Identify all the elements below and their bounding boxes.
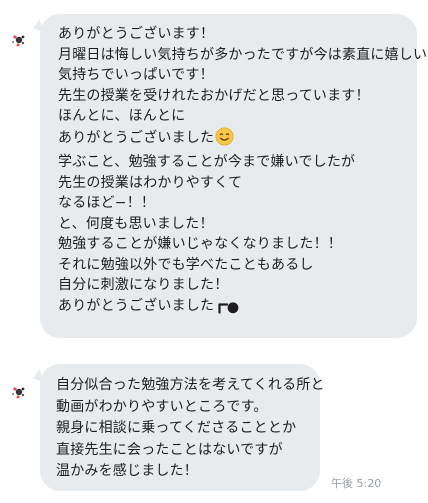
message-line: 自分に刺激になりました！ [58,277,229,293]
bubble-tail [31,368,44,386]
message-line: 親身に相談に乗ってくださることとか [56,420,297,436]
message-timestamp: 午後 5:20 [331,477,382,490]
message-line-text: ありがとうございました [58,297,215,314]
sender-avatar[interactable] [8,28,30,50]
pointing-hand-emoji-icon [218,300,242,321]
bubble-tail [31,18,44,36]
message-line: なるほど−！！ [58,195,156,211]
message-line-text: ありがとうございました [58,129,215,146]
message-line: 月曜日は悔しい気持ちが多かったですが今は素直に嬉しい [58,46,428,63]
message-bubble: ありがとうございます！ 月曜日は悔しい気持ちが多かったですが今は素直に嬉しい 気… [31,14,428,338]
message-line: 先生の授業を受けれたおかげだと思っています！ [58,87,370,104]
message-line: 直接先生に会ったことはないですが [56,441,283,458]
message-line: 勉強することが嫌いじゃなくなりました！！ [58,236,342,252]
message-line: ありがとうございます！ [58,26,215,42]
message-line: ほんとに、ほんとに [58,108,186,124]
sender-avatar[interactable] [8,380,30,402]
message-bubble: 自分似合った勉強方法を考えてくれる所と 動画がわかりやすいところです。 親身に相… [31,364,325,491]
message-line: 動画がわかりやすいところです。 [56,398,268,415]
smiling-face-emoji-icon [215,126,234,153]
message-line: 気持ちでいっぱいです！ [58,67,214,83]
message-line: それに勉強以外でも学べたこともあるし [58,256,314,273]
message-line: 温かみを感じました！ [56,463,198,479]
message-line-with-emoji: ありがとうございました [58,126,407,153]
message-line: 先生の授業はわかりやすくて [58,174,243,191]
message-line: と、何度も思いました！ [58,215,214,232]
message-line: 学ぶこと、勉強することが今まで嫌いでしたが [58,154,356,170]
message-line: 自分似合った勉強方法を考えてくれる所と [56,377,325,393]
message-line-with-emoji: ありがとうございました [58,296,407,321]
